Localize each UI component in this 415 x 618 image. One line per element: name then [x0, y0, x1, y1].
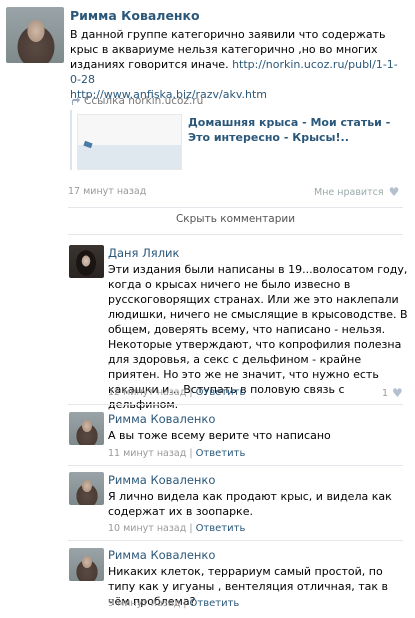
preview-thumbnail[interactable] [77, 114, 182, 170]
divider [68, 234, 403, 235]
comment-author[interactable]: Римма Коваленко [108, 473, 215, 487]
comment-author[interactable]: Даня Лялик [108, 246, 179, 260]
comment-avatar[interactable] [69, 472, 104, 505]
heart-icon: ♥ [392, 386, 403, 400]
comment-text: А вы тоже всему верите что написано [108, 429, 331, 442]
divider [68, 404, 403, 405]
reply-button[interactable]: Ответить [196, 523, 246, 534]
comment-text: Я лично видела как продают крыс, и видел… [108, 490, 392, 518]
reply-button[interactable]: Ответить [196, 448, 246, 459]
comment-time-label[interactable]: 9 минут назад [108, 598, 180, 609]
preview-title[interactable]: Домашняя крыса - Мои статьи - Это интере… [188, 115, 403, 145]
reply-button[interactable]: Ответить [190, 598, 240, 609]
divider [68, 540, 403, 541]
post-author-name[interactable]: Римма Коваленко [70, 8, 200, 23]
reply-button[interactable]: Ответить [196, 387, 246, 398]
post-body: В данной группе категорично заявили что … [70, 27, 400, 102]
post-like[interactable]: Мне нравится ♥ [314, 185, 399, 199]
comment-avatar[interactable] [69, 412, 104, 445]
like-count: 1 [382, 387, 389, 399]
comment-likes[interactable]: 1 ♥ [382, 386, 403, 400]
comment-time: 12 минут назад | Ответить [108, 387, 246, 398]
comment-author[interactable]: Римма Коваленко [108, 548, 215, 562]
preview-bar [70, 110, 72, 170]
hide-comments-button[interactable]: Скрыть комментарии [68, 213, 403, 225]
comment-time-label[interactable]: 12 минут назад [108, 387, 186, 398]
heart-icon: ♥ [388, 185, 400, 199]
comment-time-label[interactable]: 10 минут назад [108, 523, 186, 534]
share-link-label: Ссылка norkin.ucoz.ru [84, 95, 204, 107]
comment-time-label[interactable]: 11 минут назад [108, 448, 186, 459]
share-link-row[interactable]: Ссылка norkin.ucoz.ru [70, 95, 203, 107]
post-author-avatar[interactable] [6, 7, 64, 63]
comment-avatar[interactable] [69, 245, 104, 278]
divider [68, 465, 403, 466]
comment-time: 9 минут назад | Ответить [108, 598, 240, 609]
post-time[interactable]: 17 минут назад [68, 186, 146, 197]
comment-author[interactable]: Римма Коваленко [108, 412, 215, 426]
comment-time: 10 минут назад | Ответить [108, 523, 246, 534]
divider [68, 207, 403, 208]
share-arrow-icon [72, 97, 80, 105]
comment-avatar[interactable] [69, 548, 104, 581]
like-label: Мне нравится [314, 186, 384, 198]
comment-time: 11 минут назад | Ответить [108, 448, 246, 459]
